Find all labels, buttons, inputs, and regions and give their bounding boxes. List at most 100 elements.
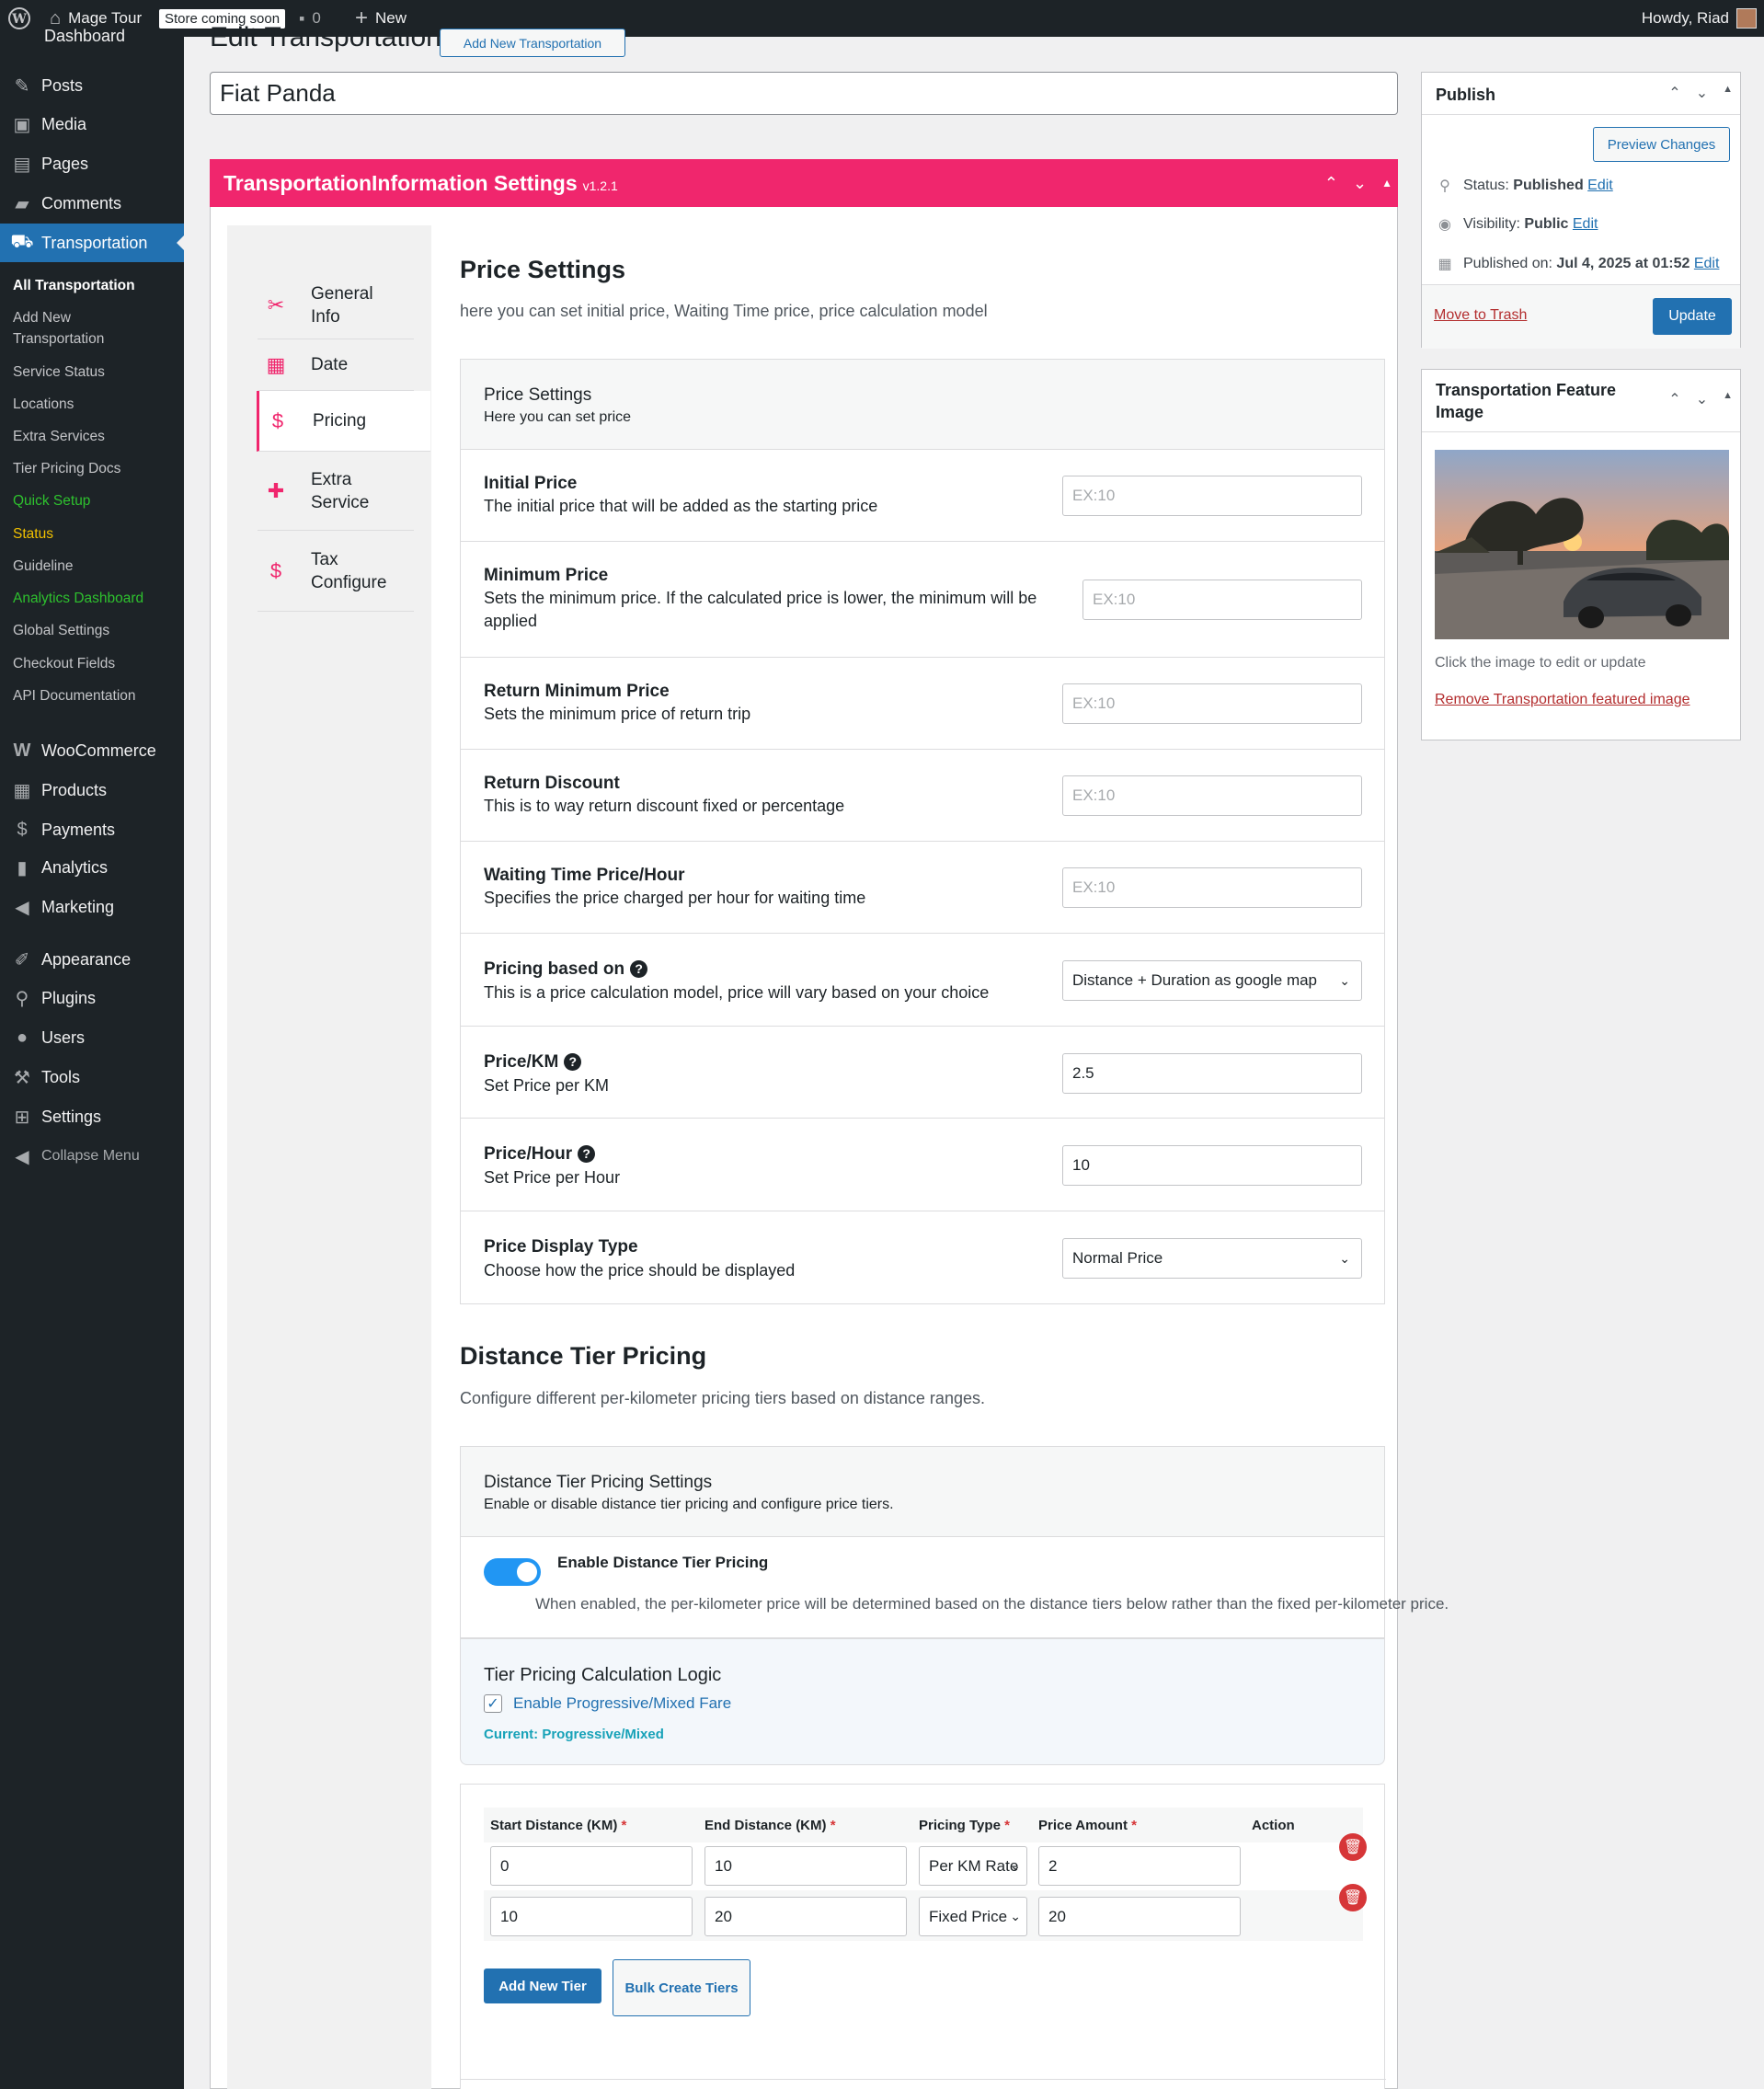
submenu-checkout-fields[interactable]: Checkout Fields — [13, 653, 178, 674]
help-icon[interactable]: ? — [564, 1052, 582, 1071]
tier-end-input[interactable]: 10 — [704, 1846, 907, 1886]
menu-item-transportation[interactable]: ⛟ Transportation — [0, 224, 184, 262]
move-down-icon[interactable]: ⌄ — [1696, 84, 1708, 102]
move-to-trash-link[interactable]: Move to Trash — [1434, 307, 1527, 324]
return-discount-row: Return Discount This is to way return di… — [460, 750, 1385, 842]
remove-featured-image-link[interactable]: Remove Transportation featured image — [1435, 692, 1690, 708]
pricing-based-on-select[interactable]: Distance + Duration as google map ⌄ — [1062, 960, 1362, 1001]
menu-item-payments[interactable]: $ Payments — [0, 810, 184, 849]
move-down-icon[interactable]: ⌄ — [1353, 174, 1367, 193]
publish-box: Publish ⌃ ⌄ ▲ Preview Changes ⚲ Status: … — [1421, 72, 1741, 349]
settings-version: v1.2.1 — [582, 178, 618, 193]
enable-tier-toggle[interactable] — [484, 1558, 541, 1586]
tab-pricing[interactable]: $ Pricing — [257, 391, 430, 452]
payments-icon: $ — [17, 819, 28, 840]
menu-item-settings[interactable]: ⊞ Settings — [0, 1097, 184, 1136]
submenu-service-status[interactable]: Service Status — [13, 362, 178, 383]
minimum-price-row: Minimum Price Sets the minimum price. If… — [460, 542, 1385, 658]
submenu-extra-services[interactable]: Extra Services — [13, 426, 178, 447]
delete-tier-button[interactable]: 🗑 — [1339, 1833, 1367, 1861]
published-on-row: ▦ Published on: Jul 4, 2025 at 01:52 Edi… — [1436, 255, 1719, 273]
calendar-icon: ▦ — [266, 352, 286, 376]
add-new-tier-button[interactable]: Add New Tier — [484, 1968, 601, 2003]
update-button[interactable]: Update — [1653, 298, 1732, 335]
return-minimum-price-input[interactable]: EX:10 — [1062, 683, 1362, 724]
minimum-price-input[interactable]: EX:10 — [1082, 580, 1362, 620]
tab-extra-service[interactable]: ✚ Extra Service — [258, 452, 414, 531]
menu-item-marketing[interactable]: ◀ Marketing — [0, 888, 184, 926]
menu-item-woocommerce[interactable]: W WooCommerce — [0, 731, 184, 770]
distance-tier-heading: Distance Tier Pricing — [460, 1342, 707, 1370]
menu-item-comments[interactable]: ▰ Comments — [0, 184, 184, 223]
menu-item-analytics[interactable]: ▮ Analytics — [0, 848, 184, 887]
account-menu[interactable]: Howdy, Riad — [1642, 0, 1757, 37]
post-title-input[interactable]: Fiat Panda — [210, 72, 1398, 115]
menu-item-media[interactable]: ▣ Media — [0, 105, 184, 143]
price-per-km-input[interactable]: 2.5 — [1062, 1053, 1362, 1094]
return-discount-input[interactable]: EX:10 — [1062, 775, 1362, 816]
tier-start-input[interactable]: 10 — [490, 1897, 693, 1936]
help-icon[interactable]: ? — [630, 959, 648, 978]
preview-changes-button[interactable]: Preview Changes — [1593, 127, 1730, 162]
featured-image[interactable] — [1435, 450, 1729, 639]
feature-image-title: Transportation Feature Image — [1436, 381, 1617, 421]
help-icon[interactable]: ? — [578, 1144, 596, 1163]
delete-tier-button[interactable]: 🗑 — [1339, 1884, 1367, 1911]
toggle-panel-icon[interactable]: ▲ — [1723, 390, 1733, 408]
settings-metabox-header: TransportationInformation Settings v1.2.… — [210, 159, 1398, 207]
submenu-guideline[interactable]: Guideline — [13, 556, 178, 577]
initial-price-input[interactable]: EX:10 — [1062, 476, 1362, 516]
svg-text:W: W — [11, 12, 27, 27]
submenu-status[interactable]: Status — [13, 523, 178, 545]
move-up-icon[interactable]: ⌃ — [1324, 174, 1338, 193]
megaphone-icon: ◀ — [15, 897, 29, 918]
toggle-panel-icon[interactable]: ▲ — [1723, 84, 1733, 102]
tier-type-select[interactable]: Per KM Rate ⌄ — [919, 1846, 1027, 1886]
progressive-fare-checkbox[interactable]: ✓ Enable Progressive/Mixed Fare — [484, 1694, 731, 1713]
th-pricing-type: Pricing Type * — [919, 1818, 1010, 1833]
tier-end-input[interactable]: 20 — [704, 1897, 907, 1936]
tab-date[interactable]: ▦ Date — [258, 339, 414, 391]
tier-amount-input[interactable]: 20 — [1038, 1897, 1241, 1936]
price-per-hour-input[interactable]: 10 — [1062, 1145, 1362, 1186]
bulk-create-tiers-button[interactable]: Bulk Create Tiers — [613, 1959, 750, 2016]
menu-item-plugins[interactable]: ⚲ Plugins — [0, 979, 184, 1017]
menu-item-appearance[interactable]: ✐ Appearance — [0, 940, 184, 979]
submenu-tier-pricing-docs[interactable]: Tier Pricing Docs — [13, 458, 178, 479]
toggle-panel-icon[interactable]: ▲ — [1381, 177, 1392, 189]
waiting-time-price-input[interactable]: EX:10 — [1062, 867, 1362, 908]
submenu-analytics-dashboard[interactable]: Analytics Dashboard — [13, 588, 178, 609]
submenu-all-transportation[interactable]: All Transportation — [13, 275, 178, 296]
tier-start-input[interactable]: 0 — [490, 1846, 693, 1886]
edit-status-link[interactable]: Edit — [1587, 178, 1613, 193]
move-up-icon[interactable]: ⌃ — [1668, 390, 1680, 408]
menu-item-tools[interactable]: ⚒ Tools — [0, 1058, 184, 1096]
submenu-locations[interactable]: Locations — [13, 394, 178, 415]
add-new-transportation-button[interactable]: Add New Transportation — [440, 29, 625, 57]
wordpress-logo-icon[interactable]: W — [7, 0, 31, 37]
media-icon: ▣ — [13, 114, 31, 135]
tab-tax-configure[interactable]: $ Tax Configure — [258, 531, 414, 612]
submenu-quick-setup[interactable]: Quick Setup — [13, 490, 178, 511]
menu-item-pages[interactable]: ▤ Pages — [0, 144, 184, 183]
price-display-type-select[interactable]: Normal Price ⌄ — [1062, 1238, 1362, 1279]
edit-date-link[interactable]: Edit — [1694, 256, 1720, 271]
submenu-global-settings[interactable]: Global Settings — [13, 620, 178, 641]
move-down-icon[interactable]: ⌄ — [1696, 390, 1708, 408]
menu-item-products[interactable]: ▦ Products — [0, 771, 184, 809]
plugin-icon: ⚲ — [15, 988, 29, 1009]
menu-item-posts[interactable]: ✎ Posts — [0, 66, 184, 105]
collapse-menu-button[interactable]: ◀ Collapse Menu — [0, 1137, 184, 1176]
edit-visibility-link[interactable]: Edit — [1573, 216, 1598, 232]
tier-type-select[interactable]: Fixed Price ⌄ — [919, 1897, 1027, 1936]
tab-general-info[interactable]: ✂ General Info — [258, 272, 414, 339]
trash-icon: 🗑 — [1343, 1890, 1363, 1906]
avatar — [1736, 8, 1757, 29]
menu-item-users[interactable]: ● Users — [0, 1018, 184, 1057]
menu-item-dashboard[interactable]: Dashboard — [44, 26, 210, 47]
submenu-api-documentation[interactable]: API Documentation — [13, 685, 178, 706]
wrench-icon: ⚒ — [14, 1067, 30, 1088]
submenu-add-new[interactable]: Add New Transportation — [13, 307, 151, 350]
tier-amount-input[interactable]: 2 — [1038, 1846, 1241, 1886]
move-up-icon[interactable]: ⌃ — [1668, 84, 1680, 102]
